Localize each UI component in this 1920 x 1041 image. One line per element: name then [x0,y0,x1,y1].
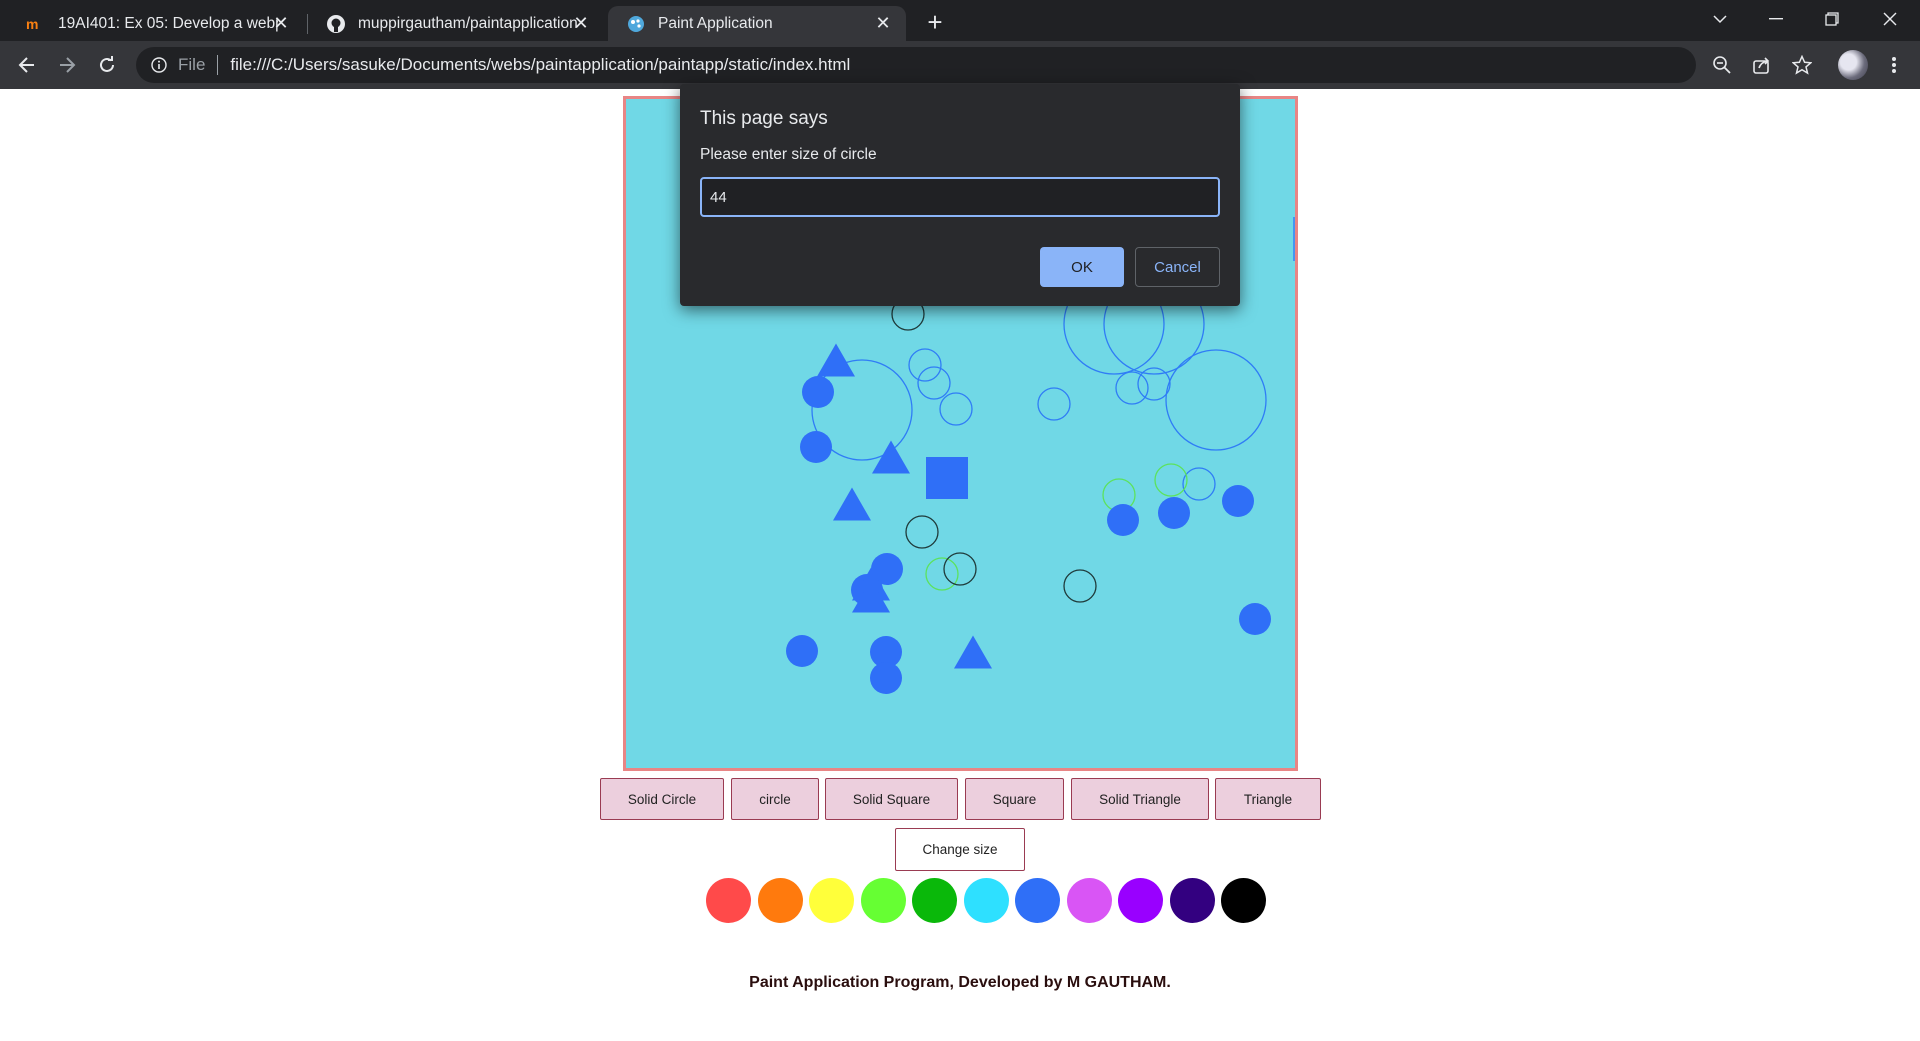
triangle-button[interactable]: Triangle [1215,778,1321,820]
circle-outline-shape [1137,367,1171,401]
color-swatch[interactable] [1169,878,1215,923]
close-icon[interactable]: ✕ [272,14,290,32]
color-swatch[interactable] [1015,878,1060,923]
circle-outline-shape [1115,371,1149,405]
circle-outline-shape [917,366,951,400]
solid-circle-shape [870,662,902,694]
address-divider [217,55,219,75]
solid-circle-shape [786,635,818,667]
address-bar[interactable]: File file:///C:/Users/sasuke/Documents/w… [136,47,1696,83]
color-swatch[interactable] [912,878,957,923]
zoom-icon[interactable] [1708,51,1736,79]
dialog-title: This page says [700,108,828,129]
circle-outline-shape [905,515,939,549]
color-swatch[interactable] [860,878,906,923]
svg-text:m: m [26,17,38,31]
tab-github[interactable]: muppirgautham/paintapplication ✕ [308,6,604,41]
url-text[interactable]: file:///C:/Users/sasuke/Documents/webs/p… [230,55,850,75]
close-icon[interactable]: ✕ [874,14,892,32]
info-icon[interactable] [150,56,168,74]
profile-avatar[interactable] [1838,50,1868,80]
back-arrow-icon[interactable] [11,49,43,81]
solid-circle-shape [1107,504,1139,536]
tab-search-chevron-icon[interactable] [1692,0,1748,38]
bookmark-star-icon[interactable] [1788,51,1816,79]
circle-outline-shape [943,552,977,586]
browser-toolbar: File file:///C:/Users/sasuke/Documents/w… [0,41,1920,89]
restore-icon[interactable] [1804,0,1860,38]
square-button[interactable]: Square [965,778,1064,820]
tab-moodle[interactable]: m 19AI401: Ex 05: Develop a webpa ✕ [8,6,304,41]
share-icon[interactable] [1748,51,1776,79]
footer-text: Paint Application Program, Developed by … [749,974,1171,991]
color-swatch[interactable] [963,878,1009,923]
color-swatch[interactable] [1118,878,1163,923]
circle-outline-shape [1154,463,1188,497]
browser-tab-strip: m 19AI401: Ex 05: Develop a webpa ✕ mupp… [0,0,1920,41]
solid-circle-shape [802,376,834,408]
solid-circle-shape [1239,603,1271,635]
minimize-icon[interactable] [1748,0,1804,38]
solid-triangle-button[interactable]: Solid Triangle [1071,778,1209,820]
circle-outline-shape [1063,569,1097,603]
solid-circle-shape [800,431,832,463]
circle-outline-shape [939,392,973,426]
color-swatch[interactable] [706,878,751,923]
tab-title: muppirgautham/paintapplication [358,14,578,32]
color-swatch[interactable] [1221,878,1266,923]
tab-title: 19AI401: Ex 05: Develop a webpa [58,14,278,32]
circle-outline-shape [1182,467,1216,501]
paint-icon [626,14,646,34]
cancel-button[interactable]: Cancel [1135,247,1220,287]
color-swatch[interactable] [757,878,803,923]
tab-title: Paint Application [658,14,773,32]
reload-icon[interactable] [91,49,123,81]
close-icon[interactable]: ✕ [572,14,590,32]
color-swatch[interactable] [809,878,854,923]
dialog-message: Please enter size of circle [700,146,877,163]
github-icon [326,14,346,34]
moodle-icon: m [26,14,46,34]
change-size-button[interactable]: Change size [895,828,1025,871]
tab-paint-application[interactable]: Paint Application ✕ [608,6,906,41]
solid-circle-shape [1222,485,1254,517]
prompt-dialog: This page says Please enter size of circ… [680,84,1240,306]
circle-outline-shape [925,557,959,591]
close-window-icon[interactable] [1862,0,1918,38]
circle-size-input[interactable] [700,177,1220,217]
solid-triangle-shape [954,635,992,669]
solid-square-shape [926,457,968,499]
forward-arrow-icon[interactable] [51,49,83,81]
circle-outline-shape [1165,349,1267,451]
solid-triangle-shape [833,487,871,521]
solid-circle-shape [1158,497,1190,529]
menu-kebab-icon[interactable] [1880,51,1908,79]
solid-square-button[interactable]: Solid Square [825,778,958,820]
solid-circle-button[interactable]: Solid Circle [600,778,724,820]
new-tab-button[interactable]: + [920,7,950,37]
scheme-label: File [178,55,206,74]
circle-button[interactable]: circle [731,778,819,820]
circle-outline-shape [1037,387,1071,421]
solid-triangle-shape [817,343,855,377]
circle-outline-shape [908,348,942,382]
ok-button[interactable]: OK [1040,247,1124,287]
color-swatch[interactable] [1066,878,1112,923]
